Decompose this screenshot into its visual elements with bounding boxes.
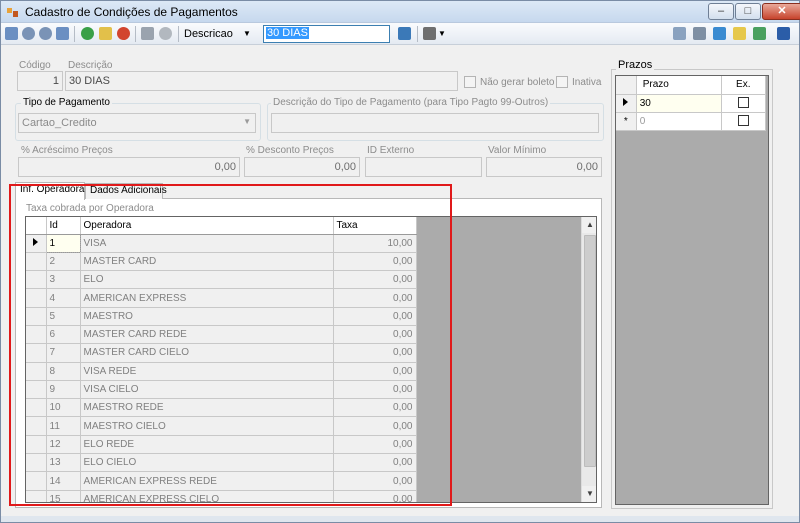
minimize-icon: –: [717, 5, 725, 17]
menu-icon[interactable]: [777, 27, 790, 40]
new-row-indicator[interactable]: *: [616, 112, 637, 131]
inativa-label: Inativa: [572, 77, 602, 88]
codigo-field[interactable]: 1: [17, 71, 63, 91]
descricao-label: Descrição: [68, 60, 113, 71]
gear-icon[interactable]: [693, 27, 706, 40]
descricao-tipo-title: Descrição do Tipo de Pagamento (para Tip…: [271, 97, 551, 108]
scroll-thumb[interactable]: [584, 235, 596, 467]
valor-minimo-label: Valor Mínimo: [488, 145, 547, 156]
filter-icon[interactable]: [733, 27, 746, 40]
row-arrow-icon: [623, 97, 629, 106]
close-icon: ✕: [777, 5, 787, 17]
tipo-pagamento-select[interactable]: Cartao_Credito ▼: [18, 113, 256, 133]
column-header-ex[interactable]: Ex.: [721, 76, 767, 95]
maximize-icon: □: [744, 5, 752, 17]
first-record-icon[interactable]: [5, 27, 18, 40]
cell-prazo[interactable]: 0: [636, 112, 722, 131]
ex-checkbox[interactable]: [737, 97, 749, 109]
window-title: Cadastro de Condições de Pagamentos: [25, 5, 238, 19]
toolbar: Descricao ▼ 30 DIAS ▼: [1, 23, 799, 45]
valor-minimo-field[interactable]: 0,00: [486, 157, 602, 177]
maximize-button[interactable]: □: [735, 3, 761, 20]
save-icon[interactable]: [141, 27, 154, 40]
config-icon[interactable]: [673, 27, 686, 40]
status-strip: [1, 516, 799, 522]
add-icon[interactable]: [81, 27, 94, 40]
desconto-label: % Desconto Preços: [246, 145, 334, 156]
prazo-row[interactable]: * 0: [616, 112, 767, 131]
tipo-pagamento-title: Tipo de Pagamento: [21, 97, 112, 108]
chevron-down-icon: ▼: [243, 117, 251, 126]
row-header-corner: [616, 76, 637, 95]
column-header-prazo[interactable]: Prazo: [636, 76, 722, 95]
close-button[interactable]: ✕: [762, 3, 800, 20]
cell-ex: [721, 94, 767, 113]
codigo-label: Código: [19, 60, 51, 71]
prazos-grid[interactable]: Prazo Ex. 30 * 0: [615, 75, 769, 505]
search-input[interactable]: 30 DIAS: [263, 25, 390, 43]
edit-icon[interactable]: [99, 27, 112, 40]
cell-prazo[interactable]: 30: [636, 94, 722, 113]
chevron-down-icon[interactable]: ▼: [243, 29, 251, 38]
desconto-field[interactable]: 0,00: [244, 157, 360, 177]
operadora-scrollbar[interactable]: ▲ ▼: [581, 217, 596, 502]
id-externo-field[interactable]: [365, 157, 482, 177]
ex-checkbox[interactable]: [737, 115, 749, 127]
descricao-field[interactable]: 30 DIAS: [65, 71, 458, 91]
prazos-title: Prazos: [616, 59, 655, 71]
delete-icon[interactable]: [117, 27, 130, 40]
search-field-dropdown[interactable]: Descricao: [184, 28, 233, 40]
scroll-down-icon[interactable]: ▼: [582, 486, 596, 502]
minimize-button[interactable]: –: [708, 3, 734, 20]
prazo-row[interactable]: 30: [616, 94, 767, 113]
inativa-checkbox[interactable]: [556, 76, 568, 88]
descricao-tipo-field[interactable]: [271, 113, 599, 133]
help-icon[interactable]: [753, 27, 766, 40]
scroll-up-icon[interactable]: ▲: [582, 217, 596, 233]
print-dropdown-icon[interactable]: ▼: [438, 29, 446, 38]
highlight-box: [9, 184, 452, 506]
nao-gerar-boleto-checkbox[interactable]: [464, 76, 476, 88]
acrescimo-label: % Acréscimo Preços: [21, 145, 113, 156]
id-externo-label: ID Externo: [367, 145, 415, 156]
nao-gerar-boleto-label: Não gerar boleto: [480, 77, 555, 88]
acrescimo-field[interactable]: 0,00: [18, 157, 240, 177]
print-icon[interactable]: [423, 27, 436, 40]
current-row-indicator[interactable]: [616, 94, 637, 113]
undo-icon[interactable]: [159, 27, 172, 40]
last-record-icon[interactable]: [56, 27, 69, 40]
refresh-icon[interactable]: [713, 27, 726, 40]
main-window: Cadastro de Condições de Pagamentos – □ …: [0, 0, 800, 523]
search-icon[interactable]: [398, 27, 411, 40]
cell-ex: [721, 112, 767, 131]
prazos-table: Prazo Ex. 30 * 0: [616, 76, 767, 131]
previous-record-icon[interactable]: [22, 27, 35, 40]
title-bar: Cadastro de Condições de Pagamentos – □ …: [1, 1, 800, 23]
next-record-icon[interactable]: [39, 27, 52, 40]
app-icon: [7, 8, 18, 17]
